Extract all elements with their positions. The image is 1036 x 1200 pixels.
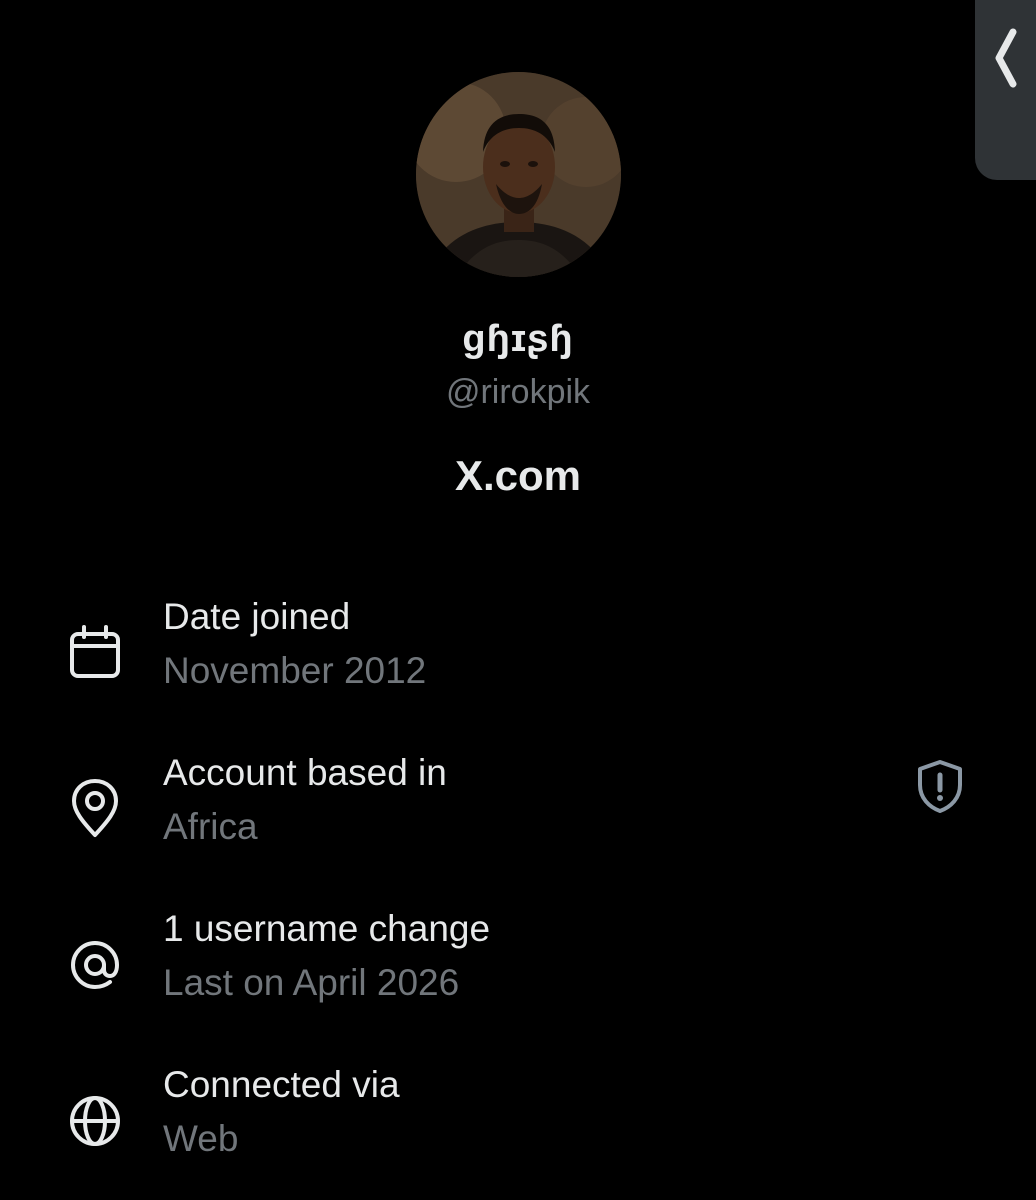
info-value: Web bbox=[163, 1118, 239, 1159]
info-value: Africa bbox=[163, 806, 258, 847]
info-row-connected-via: Connected via Web bbox=[0, 1064, 1036, 1184]
site-label: X.com bbox=[454, 452, 582, 499]
username-handle: @rirokpik bbox=[445, 373, 591, 411]
info-value: November 2012 bbox=[163, 650, 427, 691]
avatar[interactable] bbox=[416, 72, 621, 277]
calendar-icon bbox=[64, 622, 126, 684]
chevron-left-icon bbox=[993, 28, 1019, 93]
info-title: Account based in bbox=[163, 752, 447, 793]
edge-panel-tab[interactable] bbox=[975, 0, 1036, 180]
shield-alert-icon[interactable] bbox=[912, 758, 968, 814]
location-pin-icon bbox=[64, 778, 126, 840]
info-title: Connected via bbox=[163, 1064, 400, 1105]
info-title: 1 username change bbox=[163, 908, 491, 949]
info-value: Last on April 2026 bbox=[163, 962, 460, 1003]
info-row-username-change: 1 username change Last on April 2026 bbox=[0, 908, 1036, 1028]
info-row-date-joined: Date joined November 2012 bbox=[0, 596, 1036, 716]
info-row-account-based-in: Account based in Africa bbox=[0, 752, 1036, 872]
at-sign-icon bbox=[64, 934, 126, 996]
globe-icon bbox=[64, 1090, 126, 1152]
info-title: Date joined bbox=[163, 596, 351, 637]
display-name: ɡɧɪʂɧ bbox=[462, 318, 574, 360]
